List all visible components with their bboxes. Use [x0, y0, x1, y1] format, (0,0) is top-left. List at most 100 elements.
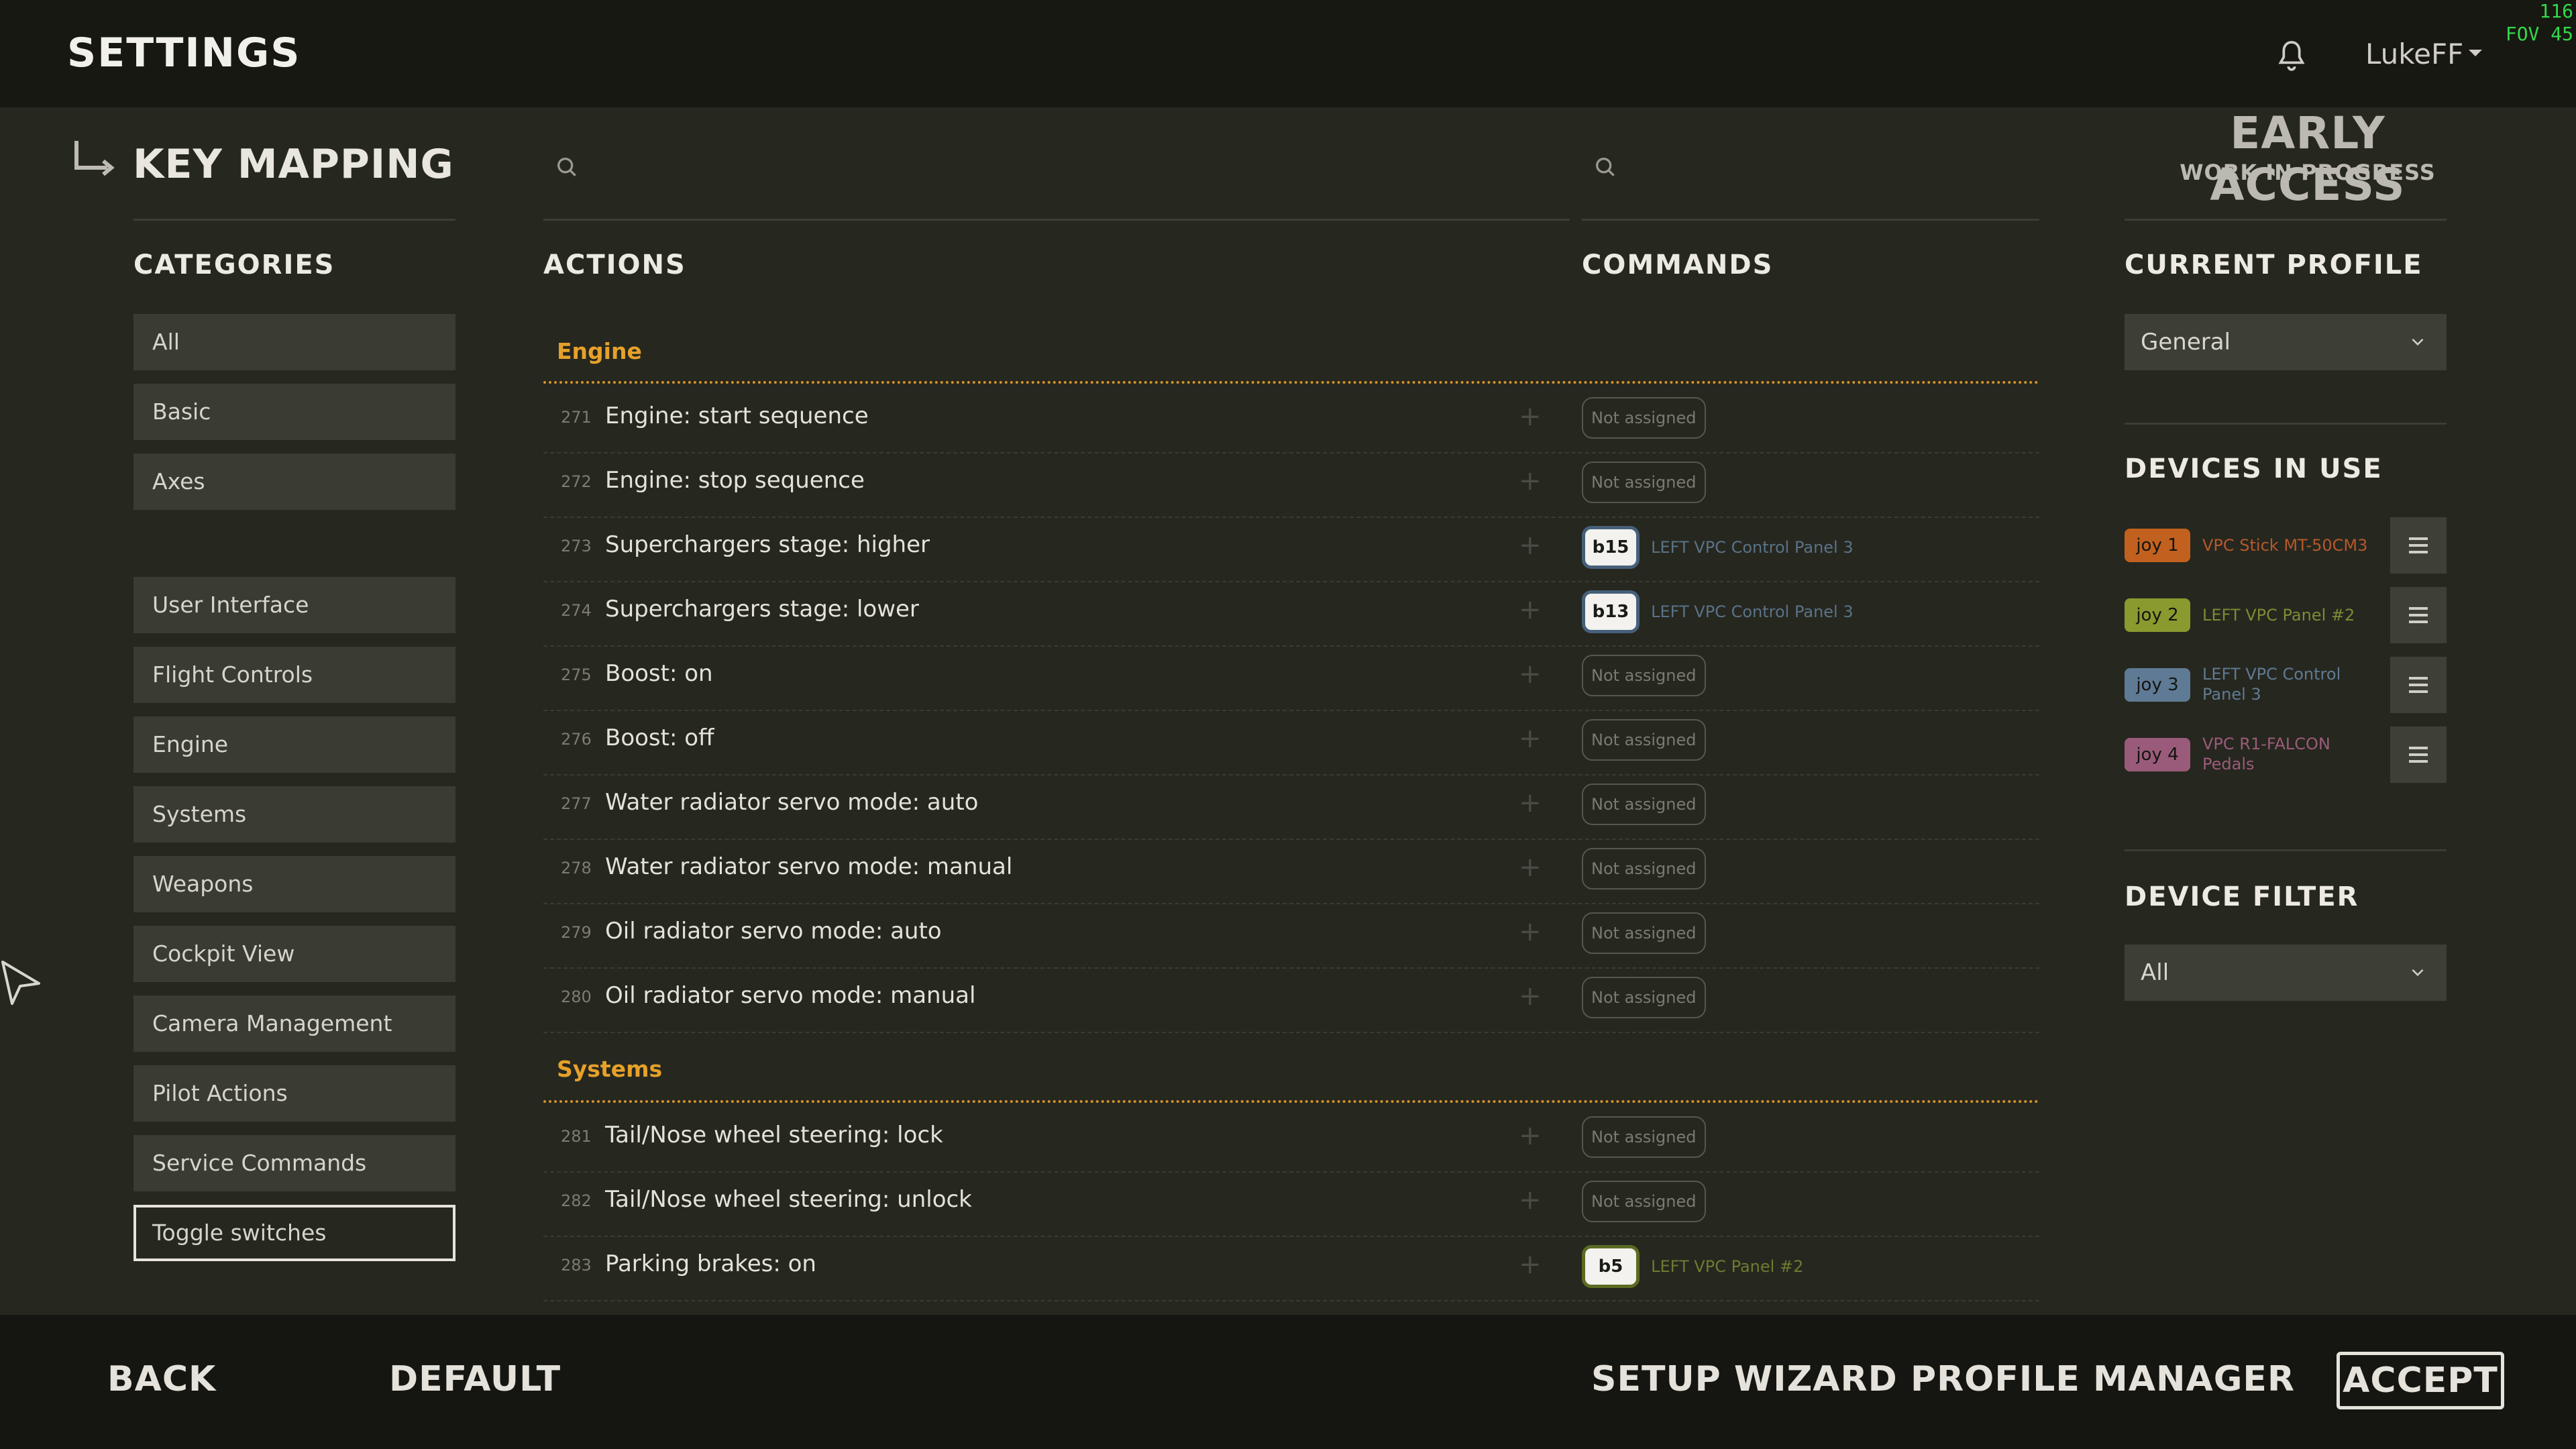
action-number: 271	[561, 408, 592, 427]
key-badge[interactable]: b5	[1582, 1245, 1640, 1288]
profile-selected: General	[2141, 329, 2231, 356]
plus-icon[interactable]: +	[1519, 852, 1542, 883]
chevron-down-icon[interactable]	[2469, 50, 2482, 56]
app-title: SETTINGS	[67, 30, 301, 76]
device-name: LEFT VPC Control Panel 3	[1651, 538, 1854, 557]
table-row[interactable]: 277 Water radiator servo mode: auto + No…	[543, 774, 2039, 840]
group-divider	[543, 1100, 2039, 1103]
device-name-line: Pedals	[2202, 755, 2255, 773]
table-row[interactable]: 273 Superchargers stage: higher + b15 LE…	[543, 517, 2039, 582]
default-button[interactable]: DEFAULT	[389, 1359, 561, 1399]
command-slot[interactable]: Not assigned	[1582, 977, 1706, 1018]
action-label: Superchargers stage: higher	[605, 531, 930, 558]
command-slot[interactable]: Not assigned	[1582, 1116, 1706, 1158]
plus-icon[interactable]: +	[1519, 981, 1542, 1012]
chevron-down-icon[interactable]	[2409, 333, 2426, 350]
command-slot[interactable]: b15 LEFT VPC Control Panel 3	[1582, 526, 1854, 569]
command-slot[interactable]: Not assigned	[1582, 397, 1706, 439]
user-menu[interactable]: LukeFF	[2365, 38, 2463, 70]
device-name: LEFT VPC Panel #2	[1651, 1257, 1804, 1276]
device-menu-button[interactable]	[2390, 517, 2447, 574]
device-menu-button[interactable]	[2390, 657, 2447, 713]
plus-icon[interactable]: +	[1519, 659, 1542, 690]
commands-search-input[interactable]	[1582, 219, 2039, 221]
plus-icon[interactable]: +	[1519, 594, 1542, 625]
category-axes[interactable]: Axes	[133, 453, 455, 510]
category-camera-management[interactable]: Camera Management	[133, 996, 455, 1052]
category-engine[interactable]: Engine	[133, 716, 455, 773]
plus-icon[interactable]: +	[1519, 1249, 1542, 1280]
category-user-interface[interactable]: User Interface	[133, 577, 455, 633]
table-row[interactable]: 278 Water radiator servo mode: manual + …	[543, 839, 2039, 904]
setup-wizard-button[interactable]: SETUP WIZARD	[1591, 1359, 1898, 1399]
category-pilot-actions[interactable]: Pilot Actions	[133, 1065, 455, 1122]
plus-icon[interactable]: +	[1519, 1185, 1542, 1216]
category-weapons[interactable]: Weapons	[133, 856, 455, 912]
plus-icon[interactable]: +	[1519, 530, 1542, 561]
actions-search-input[interactable]	[543, 219, 1570, 221]
plus-icon[interactable]: +	[1519, 1120, 1542, 1151]
category-toggle-switches[interactable]: Toggle switches	[133, 1205, 455, 1261]
key-badge[interactable]: b13	[1582, 590, 1640, 633]
plus-icon[interactable]: +	[1519, 466, 1542, 496]
chevron-down-icon[interactable]	[2409, 963, 2426, 981]
corner-arrow-icon	[74, 141, 115, 176]
device-menu-button[interactable]	[2390, 587, 2447, 643]
action-number: 273	[561, 537, 592, 555]
category-systems[interactable]: Systems	[133, 786, 455, 843]
table-row[interactable]: 280 Oil radiator servo mode: manual + No…	[543, 967, 2039, 1033]
category-all[interactable]: All	[133, 314, 455, 370]
table-row[interactable]: 271 Engine: start sequence + Not assigne…	[543, 388, 2039, 453]
table-row[interactable]: 275 Boost: on + Not assigned	[543, 645, 2039, 711]
bell-icon[interactable]	[2273, 38, 2310, 75]
command-slot[interactable]: Not assigned	[1582, 1181, 1706, 1222]
actions-header: ACTIONS	[543, 250, 686, 280]
device-name-line: VPC R1-FALCON	[2202, 735, 2330, 753]
back-button[interactable]: BACK	[107, 1359, 216, 1399]
command-slot[interactable]: Not assigned	[1582, 912, 1706, 954]
table-row[interactable]: 283 Parking brakes: on + b5 LEFT VPC Pan…	[543, 1236, 2039, 1301]
key-badge[interactable]: b15	[1582, 526, 1640, 569]
plus-icon[interactable]: +	[1519, 916, 1542, 947]
category-basic[interactable]: Basic	[133, 384, 455, 440]
search-icon[interactable]	[554, 154, 581, 181]
action-number: 280	[561, 987, 592, 1006]
plus-icon[interactable]: +	[1519, 401, 1542, 432]
action-number: 274	[561, 601, 592, 620]
group-label-systems: Systems	[557, 1056, 663, 1082]
accept-button[interactable]: ACCEPT	[2337, 1352, 2504, 1409]
profile-manager-button[interactable]: PROFILE MANAGER	[1911, 1359, 2295, 1399]
table-row[interactable]: 279 Oil radiator servo mode: auto + Not …	[543, 903, 2039, 969]
action-label: Tail/Nose wheel steering: unlock	[605, 1186, 972, 1213]
device-filter-select[interactable]: All	[2125, 945, 2447, 1001]
action-label: Oil radiator servo mode: auto	[605, 918, 942, 945]
divider	[2125, 423, 2447, 425]
device-menu-button[interactable]	[2390, 727, 2447, 783]
top-bar	[0, 0, 2576, 107]
action-number: 275	[561, 665, 592, 684]
table-row[interactable]: 282 Tail/Nose wheel steering: unlock + N…	[543, 1171, 2039, 1237]
profile-select[interactable]: General	[2125, 314, 2447, 370]
table-row[interactable]: 276 Boost: off + Not assigned	[543, 710, 2039, 775]
category-flight-controls[interactable]: Flight Controls	[133, 647, 455, 703]
command-slot[interactable]: Not assigned	[1582, 462, 1706, 503]
table-row[interactable]: 274 Superchargers stage: lower + b13 LEF…	[543, 581, 2039, 647]
category-cockpit-view[interactable]: Cockpit View	[133, 926, 455, 982]
command-slot[interactable]: b13 LEFT VPC Control Panel 3	[1582, 590, 1854, 633]
command-slot[interactable]: Not assigned	[1582, 655, 1706, 696]
command-slot[interactable]: Not assigned	[1582, 784, 1706, 825]
command-slot[interactable]: Not assigned	[1582, 719, 1706, 761]
mouse-cursor-icon	[1, 961, 40, 1005]
joy-badge: joy 2	[2125, 598, 2190, 632]
divider	[133, 219, 455, 221]
table-row[interactable]: 281 Tail/Nose wheel steering: lock + Not…	[543, 1107, 2039, 1173]
plus-icon[interactable]: +	[1519, 723, 1542, 754]
search-icon[interactable]	[1593, 154, 1619, 181]
device-name: VPC R1-FALCON Pedals	[2202, 734, 2377, 774]
command-slot[interactable]: b5 LEFT VPC Panel #2	[1582, 1245, 1804, 1288]
action-number: 281	[561, 1127, 592, 1146]
plus-icon[interactable]: +	[1519, 788, 1542, 818]
category-service-commands[interactable]: Service Commands	[133, 1135, 455, 1191]
command-slot[interactable]: Not assigned	[1582, 848, 1706, 890]
table-row[interactable]: 272 Engine: stop sequence + Not assigned	[543, 452, 2039, 518]
